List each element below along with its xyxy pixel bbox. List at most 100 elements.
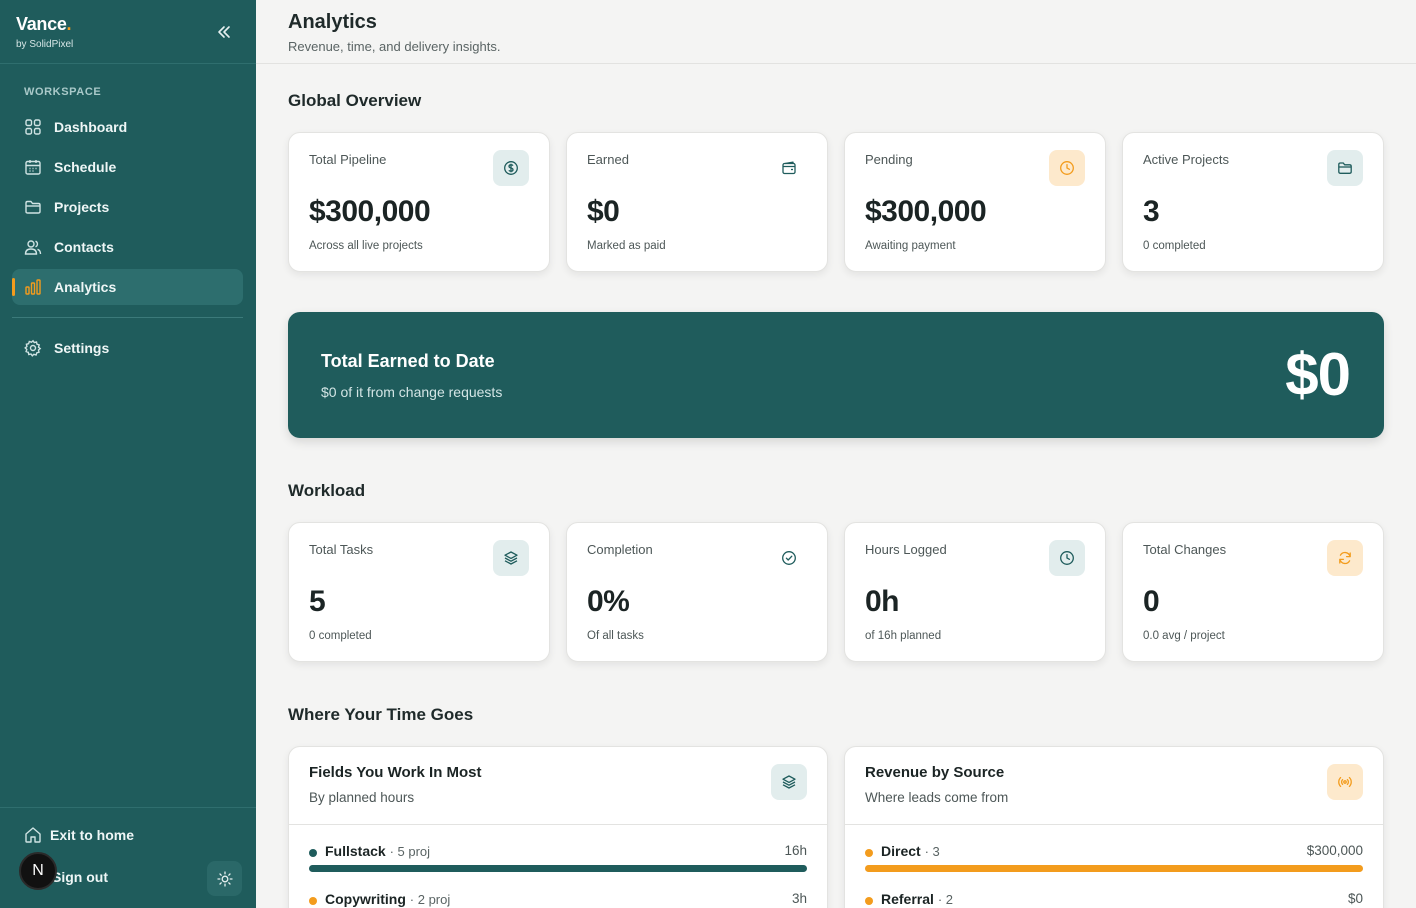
- stat-note: of 16h planned: [865, 630, 942, 642]
- section-title-workload: Workload: [288, 481, 366, 500]
- sidebar-divider: [12, 317, 243, 318]
- bar-chart-icon: [25, 279, 41, 295]
- sidebar-item-contacts[interactable]: Contacts: [12, 229, 243, 265]
- stat-card-active-projects: Active Projects 3 0 completed: [1122, 132, 1384, 272]
- broadcast-icon: [1327, 764, 1363, 800]
- brand[interactable]: Vance. by SolidPixel: [16, 14, 73, 50]
- sidebar-item-label: Analytics: [54, 279, 117, 295]
- layers-icon: [771, 764, 807, 800]
- check-circle-icon: [771, 540, 807, 576]
- stat-card-completion: Completion 0% Of all tasks: [566, 522, 828, 662]
- calendar-icon: [25, 160, 41, 175]
- sidebar-item-dashboard[interactable]: Dashboard: [12, 109, 243, 145]
- stat-value: 0h: [865, 585, 900, 618]
- stat-card-earned: Earned $0 Marked as paid: [566, 132, 828, 272]
- stat-note: 0 completed: [1143, 240, 1206, 252]
- list-item: Fullstack · 5 proj 16h: [309, 843, 807, 883]
- stat-label: Total Tasks: [309, 542, 374, 557]
- sidebar-item-analytics[interactable]: Analytics: [12, 269, 243, 305]
- banner-value: $0: [1285, 341, 1351, 408]
- panel-divider: [289, 824, 827, 825]
- stat-card-total-tasks: Total Tasks 5 0 completed: [288, 522, 550, 662]
- sidebar-item-label: Settings: [54, 340, 110, 356]
- panel-title: Revenue by Source: [865, 764, 1005, 781]
- stat-value: $300,000: [865, 195, 987, 228]
- sidebar: Vance. by SolidPixel WORKSPACE Dashboard…: [0, 0, 256, 908]
- brand-name: Vance.: [16, 14, 72, 34]
- sidebar-item-label: Dashboard: [54, 119, 128, 135]
- refresh-icon: [1327, 540, 1363, 576]
- stat-label: Total Changes: [1143, 542, 1227, 557]
- series-dot: [865, 897, 873, 905]
- sidebar-item-projects[interactable]: Projects: [12, 189, 243, 225]
- sidebar-divider: [0, 63, 256, 64]
- collapse-sidebar-button[interactable]: [214, 22, 234, 42]
- banner-subtitle: $0 of it from change requests: [321, 384, 503, 400]
- item-name: Direct · 3: [881, 843, 940, 859]
- gear-icon: [24, 339, 42, 357]
- users-icon: [24, 240, 42, 255]
- stat-label: Completion: [587, 542, 653, 557]
- panel-subtitle: By planned hours: [309, 790, 415, 805]
- item-value: 16h: [784, 843, 807, 858]
- sidebar-item-label: Contacts: [54, 239, 114, 255]
- sun-icon: [216, 870, 233, 887]
- stat-card-total-pipeline: Total Pipeline $300,000 Across all live …: [288, 132, 550, 272]
- list-item: Referral · 2 $0: [865, 891, 1363, 908]
- page-title: Analytics: [288, 11, 377, 33]
- list-item: Copywriting · 2 proj 3h: [309, 891, 807, 908]
- sidebar-item-schedule[interactable]: Schedule: [12, 149, 243, 185]
- page-header: Analytics Revenue, time, and delivery in…: [256, 0, 1416, 64]
- sidebar-item-settings[interactable]: Settings: [12, 330, 243, 366]
- stat-value: 0: [1143, 585, 1160, 618]
- stat-label: Total Pipeline: [309, 152, 387, 167]
- stat-note: Awaiting payment: [865, 240, 956, 252]
- panel-subtitle: Where leads come from: [865, 790, 1009, 805]
- stat-label: Hours Logged: [865, 542, 947, 557]
- stat-value: 5: [309, 585, 326, 618]
- progress-track: [865, 865, 1363, 872]
- layers-icon: [493, 540, 529, 576]
- folder-icon: [1327, 150, 1363, 186]
- stat-note: Across all live projects: [309, 240, 423, 252]
- stat-card-hours-logged: Hours Logged 0h of 16h planned: [844, 522, 1106, 662]
- theme-toggle-button[interactable]: [207, 861, 242, 896]
- wallet-icon: [771, 150, 807, 186]
- folder-icon: [25, 200, 41, 214]
- stat-note: Of all tasks: [587, 630, 644, 642]
- section-title-time: Where Your Time Goes: [288, 705, 474, 724]
- progress-track: [309, 865, 807, 872]
- revenue-panel: Revenue by Source Where leads come from …: [844, 746, 1384, 908]
- total-earned-banner: Total Earned to Date $0 of it from chang…: [288, 312, 1384, 438]
- stat-card-total-changes: Total Changes 0 0.0 avg / project: [1122, 522, 1384, 662]
- avatar[interactable]: N: [19, 852, 57, 890]
- grid-icon: [25, 119, 41, 135]
- chevrons-left-icon: [218, 26, 230, 38]
- item-value: 3h: [791, 891, 807, 906]
- stat-label: Earned: [587, 152, 629, 167]
- fields-panel: Fields You Work In Most By planned hours…: [288, 746, 828, 908]
- series-dot: [309, 897, 317, 905]
- item-name: Referral · 2: [881, 891, 953, 907]
- stat-value: 0%: [587, 585, 630, 618]
- item-value: $0: [1347, 891, 1363, 906]
- stat-note: 0 completed: [309, 630, 372, 642]
- item-value: $300,000: [1306, 843, 1363, 858]
- list-item: Direct · 3 $300,000: [865, 843, 1363, 883]
- banner-title: Total Earned to Date: [321, 351, 495, 371]
- sidebar-item-label: Projects: [54, 199, 110, 215]
- item-name: Copywriting · 2 proj: [325, 891, 451, 907]
- page-subtitle: Revenue, time, and delivery insights.: [288, 39, 501, 54]
- clock-icon: [1049, 540, 1085, 576]
- sign-out-button[interactable]: Sign out: [52, 869, 108, 885]
- sidebar-divider: [0, 807, 256, 808]
- panel-title: Fields You Work In Most: [309, 764, 482, 781]
- exit-label: Exit to home: [50, 827, 135, 843]
- sidebar-item-label: Schedule: [54, 159, 117, 175]
- progress-fill: [309, 865, 807, 872]
- series-dot: [865, 849, 873, 857]
- exit-to-home-button[interactable]: Exit to home: [24, 826, 134, 844]
- stat-label: Active Projects: [1143, 152, 1229, 167]
- dollar-icon: [493, 150, 529, 186]
- home-icon: [25, 827, 41, 843]
